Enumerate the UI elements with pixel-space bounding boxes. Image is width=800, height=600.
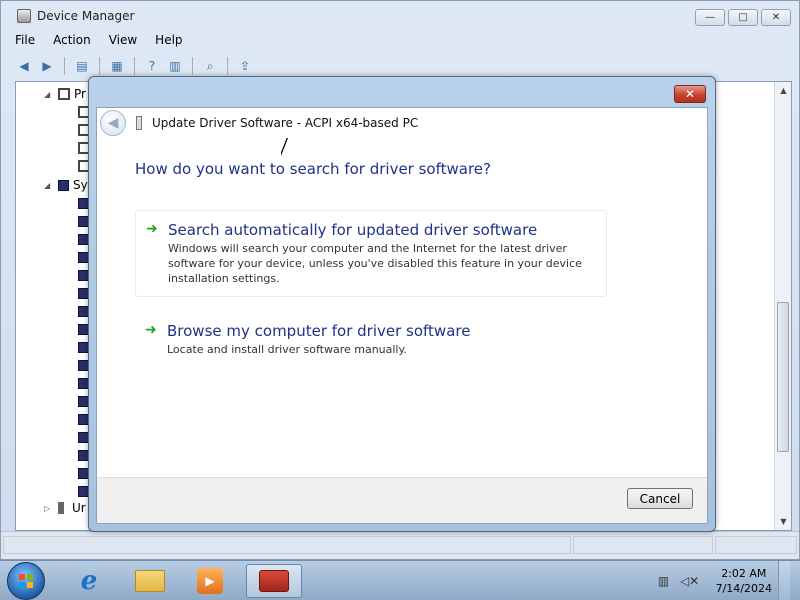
title-bar[interactable]: Device Manager — □ ✕: [1, 1, 799, 31]
internet-explorer-button[interactable]: e: [72, 564, 106, 598]
tree-node-label: Pr: [74, 87, 86, 101]
collapse-icon[interactable]: ◢: [44, 181, 54, 190]
show-hide-console-tree-icon[interactable]: ▤: [73, 57, 91, 75]
update-driver-icon[interactable]: ⇪: [236, 57, 254, 75]
tree-node-label: Ur: [72, 501, 86, 515]
tree-node[interactable]: ▷ Ur: [44, 500, 86, 516]
start-button[interactable]: [7, 562, 45, 600]
back-button[interactable]: ◀: [100, 110, 126, 136]
media-player-icon: ▶: [197, 568, 223, 594]
forward-arrow-icon[interactable]: ▶: [38, 57, 56, 75]
green-arrow-icon: ➜: [146, 221, 158, 237]
toolbar-divider: [99, 57, 100, 75]
tree-node-label: Sy: [73, 178, 88, 192]
menu-help[interactable]: Help: [155, 33, 182, 47]
expand-icon[interactable]: ▷: [44, 504, 54, 513]
search-automatically-option[interactable]: ➜ Search automatically for updated drive…: [135, 210, 607, 297]
volume-muted-icon[interactable]: ◁✕: [680, 573, 699, 589]
tree-node[interactable]: ◢ Sy: [44, 177, 88, 193]
update-driver-dialog: ✕ ◀ Update Driver Software - ACPI x64-ba…: [88, 76, 716, 532]
dialog-close-button[interactable]: ✕: [674, 85, 706, 103]
scan-hardware-icon[interactable]: ⌕: [201, 57, 219, 75]
dialog-footer: Cancel: [97, 477, 707, 523]
vertical-scrollbar[interactable]: ▲ ▼: [774, 82, 791, 530]
browse-computer-option[interactable]: ➜ Browse my computer for driver software…: [135, 312, 607, 367]
clock[interactable]: 2:02 AM 7/14/2024: [716, 566, 772, 596]
collapse-icon[interactable]: ◢: [44, 90, 54, 99]
scroll-thumb[interactable]: [777, 302, 789, 452]
back-arrow-icon: ◀: [107, 115, 119, 131]
cancel-button[interactable]: Cancel: [627, 488, 693, 509]
device-manager-toolbox-icon: [259, 570, 289, 592]
close-button[interactable]: ✕: [761, 9, 791, 26]
menu-bar: File Action View Help: [15, 33, 183, 47]
toolbar-divider: [64, 57, 65, 75]
menu-view[interactable]: View: [109, 33, 137, 47]
clock-time: 2:02 AM: [721, 567, 767, 580]
back-arrow-icon[interactable]: ◀: [15, 57, 33, 75]
option-description: Windows will search your computer and th…: [168, 242, 582, 285]
properties-icon[interactable]: ▦: [108, 57, 126, 75]
option-title: Search automatically for updated driver …: [168, 221, 538, 239]
windows-logo-icon: [19, 574, 33, 588]
explorer-button[interactable]: [133, 564, 167, 598]
scroll-down-icon[interactable]: ▼: [775, 513, 792, 530]
show-desktop-button[interactable]: [778, 561, 790, 600]
status-cell: [3, 536, 571, 554]
action-pane-icon[interactable]: ▥: [166, 57, 184, 75]
device-manager-taskbar-button[interactable]: [246, 564, 302, 598]
explorer-folder-icon: [135, 570, 165, 592]
toolbar-divider: [192, 57, 193, 75]
dialog-title: Update Driver Software - ACPI x64-based …: [152, 116, 419, 130]
toolbar-divider: [134, 57, 135, 75]
green-arrow-icon: ➜: [145, 322, 157, 338]
dialog-content: ◀ Update Driver Software - ACPI x64-base…: [96, 107, 708, 524]
taskbar: e ▶ ▥ ◁✕ 2:02 AM 7/14/2024: [0, 560, 800, 600]
scroll-up-icon[interactable]: ▲: [775, 82, 792, 99]
device-manager-icon: [17, 9, 31, 23]
dialog-header: ◀ Update Driver Software - ACPI x64-base…: [97, 108, 707, 138]
menu-file[interactable]: File: [15, 33, 35, 47]
toolbar-divider: [227, 57, 228, 75]
help-icon[interactable]: ?: [143, 57, 161, 75]
network-icon[interactable]: ▥: [656, 573, 672, 589]
device-icon: [136, 116, 142, 130]
dialog-question: How do you want to search for driver sof…: [135, 160, 491, 178]
mouse-cursor-icon: [280, 137, 287, 155]
status-cell: [573, 536, 713, 554]
system-devices-icon: [58, 179, 69, 191]
processor-icon: [58, 88, 70, 100]
option-description: Locate and install driver software manua…: [167, 343, 407, 356]
tree-node[interactable]: ◢ Pr: [44, 86, 86, 102]
menu-action[interactable]: Action: [53, 33, 91, 47]
minimize-button[interactable]: —: [695, 9, 725, 26]
internet-explorer-icon: e: [80, 566, 98, 596]
system-tray: ▥ ◁✕ 2:02 AM 7/14/2024: [656, 561, 790, 600]
status-cell: [715, 536, 797, 554]
clock-date: 7/14/2024: [715, 582, 772, 595]
window-title: Device Manager: [37, 9, 135, 23]
maximize-button[interactable]: □: [728, 9, 758, 26]
status-bar: [1, 531, 799, 559]
usb-controller-icon: [58, 502, 64, 514]
option-title: Browse my computer for driver software: [167, 322, 471, 340]
media-player-button[interactable]: ▶: [193, 564, 227, 598]
toolbar: ◀ ▶ ▤ ▦ ? ▥ ⌕ ⇪: [15, 55, 254, 77]
